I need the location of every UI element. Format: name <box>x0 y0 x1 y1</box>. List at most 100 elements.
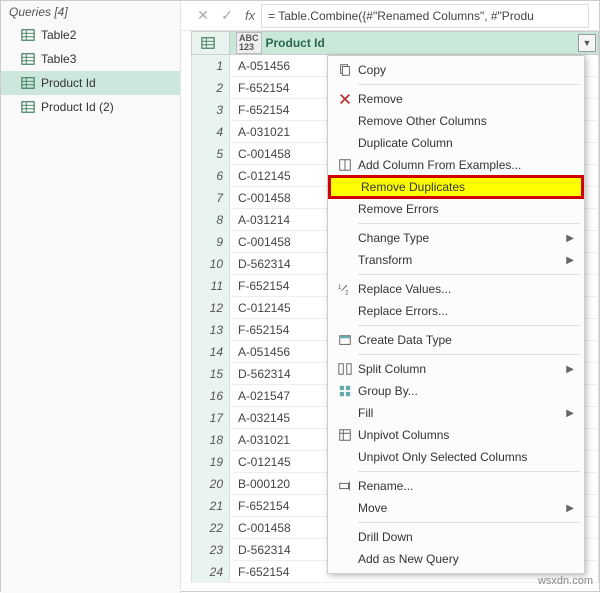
menu-item-add-column-from-examples[interactable]: Add Column From Examples... <box>328 154 584 176</box>
menu-separator <box>358 522 580 523</box>
menu-item-drill-down[interactable]: Drill Down <box>328 526 584 548</box>
column-filter-dropdown[interactable]: ▼ <box>578 34 596 52</box>
formula-input[interactable]: = Table.Combine({#"Renamed Columns", #"P… <box>261 4 589 28</box>
menu-item-unpivot-columns[interactable]: Unpivot Columns <box>328 424 584 446</box>
row-number: 5 <box>192 143 230 164</box>
fx-icon[interactable]: fx <box>245 8 255 23</box>
row-number: 11 <box>192 275 230 296</box>
menu-item-add-as-new-query[interactable]: Add as New Query <box>328 548 584 570</box>
menu-item-label: Add as New Query <box>358 552 574 566</box>
row-number: 20 <box>192 473 230 494</box>
menu-item-move[interactable]: Move▶ <box>328 497 584 519</box>
unpivot-icon <box>332 428 358 442</box>
menu-item-copy[interactable]: Copy <box>328 59 584 81</box>
formula-bar: ✕ ✓ fx = Table.Combine({#"Renamed Column… <box>181 1 599 31</box>
menu-item-create-data-type[interactable]: Create Data Type <box>328 329 584 351</box>
menu-item-label: Change Type <box>358 231 566 245</box>
submenu-arrow-icon: ▶ <box>566 503 574 514</box>
column-header-label: Product Id <box>266 36 325 50</box>
menu-item-label: Copy <box>358 63 574 77</box>
menu-item-replace-errors[interactable]: Replace Errors... <box>328 300 584 322</box>
svg-text:1: 1 <box>338 284 342 291</box>
menu-item-replace-values[interactable]: 12Replace Values... <box>328 278 584 300</box>
replace-icon: 12 <box>332 282 358 296</box>
table-icon <box>21 52 35 66</box>
query-item-label: Table2 <box>41 28 76 42</box>
menu-separator <box>358 274 580 275</box>
svg-text:2: 2 <box>345 289 349 296</box>
menu-item-label: Rename... <box>358 479 574 493</box>
table-icon <box>21 28 35 42</box>
menu-item-label: Create Data Type <box>358 333 574 347</box>
row-number: 17 <box>192 407 230 428</box>
menu-item-remove-other-columns[interactable]: Remove Other Columns <box>328 110 584 132</box>
row-number: 1 <box>192 55 230 76</box>
formula-accept-icon[interactable]: ✓ <box>215 7 239 24</box>
row-number: 14 <box>192 341 230 362</box>
row-number: 24 <box>192 561 230 582</box>
menu-item-duplicate-column[interactable]: Duplicate Column <box>328 132 584 154</box>
submenu-arrow-icon: ▶ <box>566 364 574 375</box>
row-number: 21 <box>192 495 230 516</box>
datatype-icon[interactable]: ABC123 <box>236 32 262 54</box>
row-number: 10 <box>192 253 230 274</box>
query-item[interactable]: Product Id <box>1 71 180 95</box>
queries-header: Queries [4] <box>1 1 180 23</box>
menu-item-label: Replace Values... <box>358 282 574 296</box>
row-number: 4 <box>192 121 230 142</box>
split-icon <box>332 362 358 376</box>
menu-item-change-type[interactable]: Change Type▶ <box>328 227 584 249</box>
menu-item-split-column[interactable]: Split Column▶ <box>328 358 584 380</box>
group-icon <box>332 384 358 398</box>
menu-item-fill[interactable]: Fill▶ <box>328 402 584 424</box>
row-number: 18 <box>192 429 230 450</box>
submenu-arrow-icon: ▶ <box>566 255 574 266</box>
menu-item-remove-errors[interactable]: Remove Errors <box>328 198 584 220</box>
menu-separator <box>358 471 580 472</box>
row-number: 15 <box>192 363 230 384</box>
formula-cancel-icon[interactable]: ✕ <box>191 7 215 24</box>
row-number: 12 <box>192 297 230 318</box>
menu-item-label: Drill Down <box>358 530 574 544</box>
query-item[interactable]: Table3 <box>1 47 180 71</box>
datatype-icon <box>332 333 358 347</box>
menu-separator <box>358 325 580 326</box>
table-icon <box>21 100 35 114</box>
menu-item-label: Remove <box>358 92 574 106</box>
row-number-header[interactable] <box>192 32 230 54</box>
row-number: 16 <box>192 385 230 406</box>
query-item-label: Product Id <box>41 76 96 90</box>
menu-item-unpivot-only-selected-columns[interactable]: Unpivot Only Selected Columns <box>328 446 584 468</box>
row-number: 2 <box>192 77 230 98</box>
row-number: 13 <box>192 319 230 340</box>
menu-item-remove[interactable]: Remove <box>328 88 584 110</box>
queries-sidebar: Queries [4] Table2 Table3 Product Id Produc… <box>1 1 181 593</box>
row-number: 22 <box>192 517 230 538</box>
column-header-product-id[interactable]: ABC123 Product Id ▼ <box>230 32 598 54</box>
table-icon <box>201 36 215 50</box>
column-context-menu: Copy Remove Remove Other Columns Duplicate … <box>327 55 585 574</box>
menu-item-rename[interactable]: Rename... <box>328 475 584 497</box>
menu-item-label: Replace Errors... <box>358 304 574 318</box>
menu-item-label: Add Column From Examples... <box>358 158 574 172</box>
row-number: 3 <box>192 99 230 120</box>
menu-item-label: Fill <box>358 406 566 420</box>
menu-item-label: Remove Other Columns <box>358 114 574 128</box>
query-item[interactable]: Product Id (2) <box>1 95 180 119</box>
menu-separator <box>358 223 580 224</box>
row-number: 7 <box>192 187 230 208</box>
remove-icon <box>332 92 358 106</box>
query-item-label: Table3 <box>41 52 76 66</box>
addcol-icon <box>332 158 358 172</box>
menu-item-label: Move <box>358 501 566 515</box>
copy-icon <box>332 63 358 77</box>
menu-item-group-by[interactable]: Group By... <box>328 380 584 402</box>
menu-item-label: Transform <box>358 253 566 267</box>
menu-item-transform[interactable]: Transform▶ <box>328 249 584 271</box>
query-item[interactable]: Table2 <box>1 23 180 47</box>
menu-separator <box>358 354 580 355</box>
menu-item-label: Group By... <box>358 384 574 398</box>
row-number: 23 <box>192 539 230 560</box>
menu-item-remove-duplicates[interactable]: Remove Duplicates <box>328 175 584 199</box>
table-icon <box>21 76 35 90</box>
